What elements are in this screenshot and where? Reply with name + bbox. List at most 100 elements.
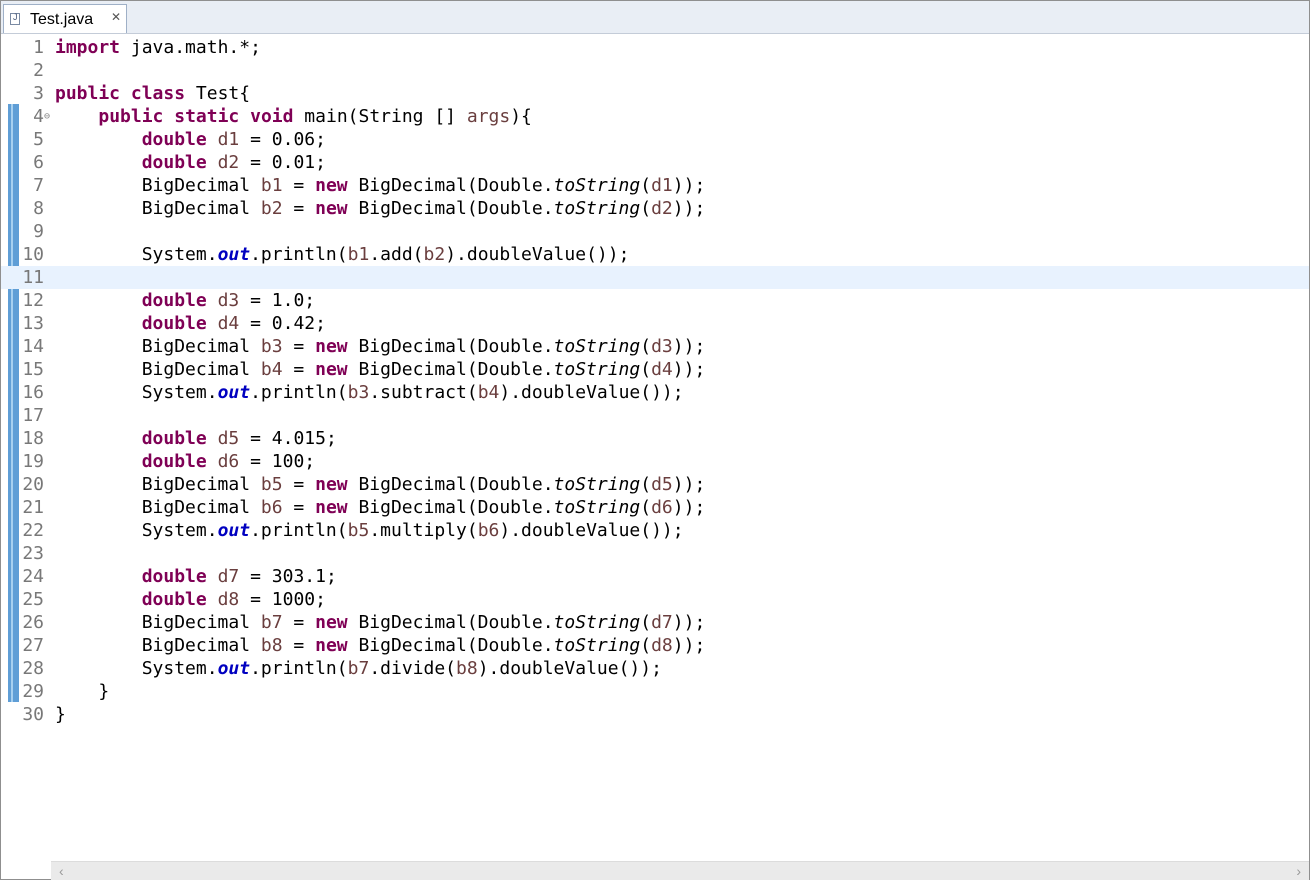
code-line[interactable]: 9: [1, 220, 1309, 243]
line-number: 1: [33, 37, 44, 58]
code-token: toString: [553, 474, 641, 495]
code-token: =: [282, 336, 316, 357]
code-text: BigDecimal b3 = new BigDecimal(Double.to…: [55, 335, 706, 358]
code-line[interactable]: 7 BigDecimal b1 = new BigDecimal(Double.…: [1, 174, 1309, 197]
code-line[interactable]: 27 BigDecimal b8 = new BigDecimal(Double…: [1, 634, 1309, 657]
code-token: main(String []: [293, 106, 467, 127]
code-text: public static void main(String [] args){: [55, 105, 532, 128]
code-token: System.: [55, 244, 218, 265]
code-line[interactable]: 15 BigDecimal b4 = new BigDecimal(Double…: [1, 358, 1309, 381]
code-token: new: [315, 336, 348, 357]
code-line[interactable]: 11: [1, 266, 1309, 289]
code-token: .println(: [250, 382, 348, 403]
scroll-left-icon[interactable]: ‹: [59, 863, 64, 879]
code-line[interactable]: 5 double d1 = 0.06;: [1, 128, 1309, 151]
code-area[interactable]: 1 import java.math.*; 2 3 public class Test{…: [1, 36, 1309, 726]
code-token: import: [55, 37, 121, 58]
line-number: 3: [33, 83, 44, 104]
code-line[interactable]: 8 BigDecimal b2 = new BigDecimal(Double.…: [1, 197, 1309, 220]
code-token: b5: [347, 520, 370, 541]
code-token: out: [217, 382, 251, 403]
code-token: BigDecimal: [55, 635, 261, 656]
code-line[interactable]: 20 BigDecimal b5 = new BigDecimal(Double…: [1, 473, 1309, 496]
code-line[interactable]: 3 public class Test{: [1, 82, 1309, 105]
code-token: d6: [217, 451, 240, 472]
code-token: double: [141, 129, 207, 150]
code-token: toString: [553, 359, 641, 380]
code-line[interactable]: 28 System.out.println(b7.divide(b8).doub…: [1, 657, 1309, 680]
line-number: 6: [33, 152, 44, 173]
code-text: }: [55, 680, 109, 703]
code-editor[interactable]: 1 import java.math.*; 2 3 public class Test{…: [1, 34, 1309, 860]
editor-tab-bar: Test.java ✕: [1, 1, 1309, 34]
code-token: double: [141, 589, 207, 610]
code-line[interactable]: 22 System.out.println(b5.multiply(b6).do…: [1, 519, 1309, 542]
code-token: ));: [672, 198, 706, 219]
code-line[interactable]: 2: [1, 59, 1309, 82]
code-line[interactable]: 1 import java.math.*;: [1, 36, 1309, 59]
code-token: toString: [553, 612, 641, 633]
code-text: double d4 = 0.42;: [55, 312, 326, 335]
code-text: double d8 = 1000;: [55, 588, 326, 611]
code-line[interactable]: 14 BigDecimal b3 = new BigDecimal(Double…: [1, 335, 1309, 358]
line-number: 2: [33, 60, 44, 81]
code-token: (: [640, 336, 652, 357]
code-token: System.: [55, 520, 218, 541]
code-token: ));: [672, 359, 706, 380]
code-token: b2: [423, 244, 446, 265]
code-line[interactable]: 16 System.out.println(b3.subtract(b4).do…: [1, 381, 1309, 404]
code-token: double: [141, 451, 207, 472]
code-line[interactable]: 18 double d5 = 4.015;: [1, 427, 1309, 450]
close-icon[interactable]: ✕: [111, 10, 121, 24]
line-number: 8: [33, 198, 44, 219]
code-token: toString: [553, 635, 641, 656]
code-token: = 0.06;: [239, 129, 326, 150]
code-token: new: [315, 635, 348, 656]
code-token: out: [217, 244, 251, 265]
code-line[interactable]: 23: [1, 542, 1309, 565]
code-token: BigDecimal(Double.: [347, 612, 554, 633]
code-token: =: [282, 497, 316, 518]
code-token: BigDecimal: [55, 175, 261, 196]
line-number: 28: [22, 658, 44, 679]
code-line[interactable]: 25 double d8 = 1000;: [1, 588, 1309, 611]
line-number: 19: [22, 451, 44, 472]
code-token: new: [315, 359, 348, 380]
line-number: 17: [22, 405, 44, 426]
code-token: (: [640, 359, 652, 380]
code-line[interactable]: 21 BigDecimal b6 = new BigDecimal(Double…: [1, 496, 1309, 519]
code-line[interactable]: 10 System.out.println(b1.add(b2).doubleV…: [1, 243, 1309, 266]
code-token: double: [141, 290, 207, 311]
code-line[interactable]: 6 double d2 = 0.01;: [1, 151, 1309, 174]
editor-tab[interactable]: Test.java ✕: [3, 4, 127, 33]
code-token: (: [640, 175, 652, 196]
horizontal-scrollbar[interactable]: ‹ ›: [51, 861, 1309, 880]
fold-toggle-icon[interactable]: ⊖: [44, 105, 50, 128]
code-line[interactable]: 30}: [1, 703, 1309, 726]
code-line[interactable]: 26 BigDecimal b7 = new BigDecimal(Double…: [1, 611, 1309, 634]
code-line[interactable]: 24 double d7 = 303.1;: [1, 565, 1309, 588]
code-token: new: [315, 175, 348, 196]
code-token: ).doubleValue());: [477, 658, 662, 679]
line-number: 15: [22, 359, 44, 380]
code-line[interactable]: 12 double d3 = 1.0;: [1, 289, 1309, 312]
code-token: BigDecimal(Double.: [347, 474, 554, 495]
code-token: = 1.0;: [239, 290, 316, 311]
code-line[interactable]: 13 double d4 = 0.42;: [1, 312, 1309, 335]
code-line[interactable]: 17: [1, 404, 1309, 427]
code-token: b7: [260, 612, 283, 633]
scroll-right-icon[interactable]: ›: [1296, 863, 1301, 879]
code-token: ));: [672, 635, 706, 656]
line-number: 26: [22, 612, 44, 633]
code-line[interactable]: 4 ⊖ public static void main(String [] arg…: [1, 105, 1309, 128]
code-line[interactable]: 29 }: [1, 680, 1309, 703]
line-number: 18: [22, 428, 44, 449]
code-line[interactable]: 19 double d6 = 100;: [1, 450, 1309, 473]
code-token: b1: [347, 244, 370, 265]
